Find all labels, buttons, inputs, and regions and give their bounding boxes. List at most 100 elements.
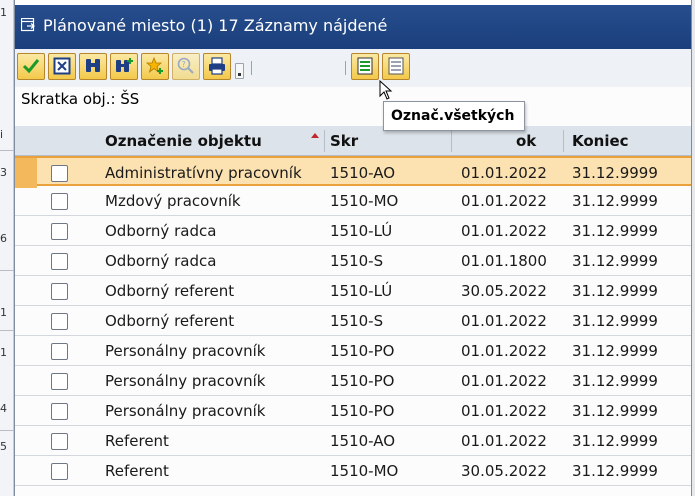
print-options-dropdown[interactable] — [235, 63, 244, 79]
information-button[interactable]: ? — [172, 53, 200, 80]
star-plus-icon — [146, 57, 163, 74]
row-checkbox[interactable] — [51, 193, 68, 210]
cell-end-date: 31.12.9999 — [572, 164, 658, 182]
row-checkbox[interactable] — [51, 463, 68, 480]
deselect-all-icon — [388, 57, 404, 75]
background-text-fragment: 3 — [0, 166, 7, 179]
cell-object-name: Odborný referent — [105, 282, 235, 300]
cell-abbreviation: 1510-MO — [330, 192, 399, 210]
row-selector[interactable] — [15, 246, 37, 276]
cell-abbreviation: 1510-PO — [330, 402, 395, 420]
cell-end-date: 31.12.9999 — [572, 222, 658, 240]
column-header-end[interactable]: Koniec — [572, 126, 629, 156]
background-text-fragment: 1 — [0, 6, 7, 19]
mouse-cursor-icon — [379, 80, 393, 100]
cell-end-date: 31.12.9999 — [572, 342, 658, 360]
deselect-all-button[interactable] — [382, 53, 410, 80]
column-separator — [324, 130, 325, 152]
row-selector[interactable] — [15, 306, 37, 336]
cell-abbreviation: 1510-LÚ — [330, 282, 393, 300]
cell-end-date: 31.12.9999 — [572, 432, 658, 450]
cell-object-name: Referent — [105, 432, 169, 450]
binoculars-icon — [86, 59, 100, 72]
cell-start-date: 01.01.2022 — [461, 432, 547, 450]
table-row[interactable]: Administratívny pracovník 1510-AO 01.01.20… — [15, 156, 691, 188]
table-header-row: Označenie objektu Skr ok Koniec — [15, 126, 691, 156]
sort-ascending-icon — [311, 133, 319, 138]
table-row[interactable]: Odborný referent 1510-LÚ 30.05.2022 31.12.9… — [15, 276, 691, 306]
background-divider — [0, 270, 14, 271]
row-selector[interactable] — [15, 366, 37, 396]
new-entry-button[interactable] — [141, 53, 169, 80]
cell-object-name: Personálny pracovník — [105, 372, 266, 390]
cell-end-date: 31.12.9999 — [572, 192, 658, 210]
cell-end-date: 31.12.9999 — [572, 282, 658, 300]
svg-text:?: ? — [182, 60, 186, 69]
dialog-title-bar[interactable]: Plánované miesto (1) 17 Záznamy nájdené — [15, 0, 691, 49]
row-checkbox[interactable] — [51, 433, 68, 450]
row-selector[interactable] — [15, 276, 37, 306]
table-row[interactable]: Personálny pracovník 1510-PO 01.01.2022 31.… — [15, 336, 691, 366]
table-row[interactable]: Odborný radca 1510-LÚ 01.01.2022 31.12.9999 — [15, 216, 691, 246]
table-row[interactable]: Odborný radca 1510-S 01.01.1800 31.12.9999 — [15, 246, 691, 276]
cell-object-name: Odborný referent — [105, 312, 235, 330]
row-selector[interactable] — [15, 396, 37, 426]
column-separator — [451, 130, 452, 152]
select-all-icon — [357, 57, 373, 75]
row-selector[interactable] — [15, 186, 37, 216]
row-selector[interactable] — [15, 158, 37, 188]
cell-object-name: Odborný radca — [105, 222, 217, 240]
table-row[interactable]: Mzdový pracovník 1510-MO 01.01.2022 31.12.9… — [15, 186, 691, 216]
row-selector[interactable] — [15, 456, 37, 486]
cell-start-date: 01.01.2022 — [461, 192, 547, 210]
row-checkbox[interactable] — [51, 253, 68, 270]
row-selector[interactable] — [15, 426, 37, 456]
select-all-button[interactable] — [351, 53, 379, 80]
background-text-fragment: i — [0, 128, 4, 141]
toolbar-separator — [251, 61, 252, 75]
dialog-toolbar: ? — [15, 49, 691, 87]
cancel-button[interactable] — [48, 53, 76, 80]
cell-end-date: 31.12.9999 — [572, 402, 658, 420]
print-button[interactable] — [203, 53, 231, 80]
select-all-tooltip: Označ.všetkých — [383, 101, 525, 131]
cell-end-date: 31.12.9999 — [572, 312, 658, 330]
toolbar-separator — [345, 61, 346, 75]
cell-object-name: Mzdový pracovník — [105, 192, 241, 210]
row-selector[interactable] — [15, 216, 37, 246]
cell-end-date: 31.12.9999 — [572, 252, 658, 270]
confirm-button[interactable] — [17, 53, 45, 80]
cell-start-date: 30.05.2022 — [461, 282, 547, 300]
cell-object-name: Referent — [105, 462, 169, 480]
row-checkbox[interactable] — [51, 313, 68, 330]
column-header-object-name[interactable]: Označenie objektu — [105, 126, 262, 156]
background-text-fragment: 1 — [0, 306, 7, 319]
table-row[interactable]: Personálny pracovník 1510-PO 01.01.2022 31.… — [15, 396, 691, 426]
row-checkbox[interactable] — [51, 223, 68, 240]
row-checkbox[interactable] — [51, 373, 68, 390]
cell-abbreviation: 1510-PO — [330, 342, 395, 360]
x-box-icon — [53, 57, 71, 75]
table-row[interactable]: Personálny pracovník 1510-PO 01.01.2022 31.… — [15, 366, 691, 396]
row-checkbox[interactable] — [51, 165, 68, 182]
find-button[interactable] — [79, 53, 107, 80]
row-selector[interactable] — [15, 336, 37, 366]
cell-abbreviation: 1510-PO — [330, 372, 395, 390]
row-checkbox[interactable] — [51, 283, 68, 300]
window-popup-icon — [21, 18, 35, 32]
table-row[interactable]: Referent 1510-AO 01.01.2022 31.12.9999 — [15, 426, 691, 456]
background-text-fragment: 4 — [0, 402, 7, 415]
row-checkbox[interactable] — [51, 343, 68, 360]
title-bar-top-strip — [15, 0, 691, 5]
find-next-button[interactable] — [110, 53, 138, 80]
column-header-abbreviation[interactable]: Skr — [330, 126, 358, 156]
row-checkbox[interactable] — [51, 403, 68, 420]
cell-start-date: 01.01.1800 — [461, 252, 547, 270]
cell-abbreviation: 1510-AO — [330, 432, 396, 450]
table-row[interactable]: Odborný referent 1510-S 01.01.2022 31.12.99… — [15, 306, 691, 336]
binoculars-plus-icon — [116, 58, 133, 72]
table-row[interactable]: Referent 1510-MO 30.05.2022 31.12.9999 — [15, 456, 691, 486]
background-divider — [0, 430, 14, 431]
cell-abbreviation: 1510-AO — [330, 164, 396, 182]
column-separator — [563, 130, 564, 152]
